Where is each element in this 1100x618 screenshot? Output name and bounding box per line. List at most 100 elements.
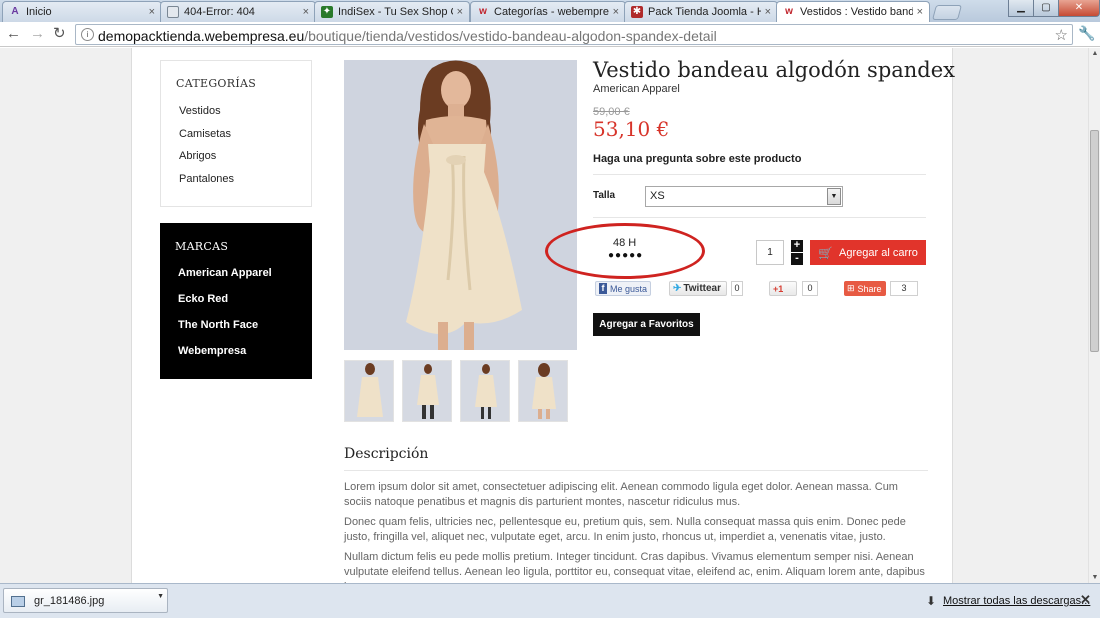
share-count: 3 [890, 281, 918, 296]
facebook-icon: f [599, 283, 607, 294]
add-to-cart-label: Agregar al carro [839, 246, 918, 259]
facebook-like-button[interactable]: f Me gusta [595, 281, 651, 296]
tab-label: Pack Tienda Joomla - Host [648, 6, 761, 18]
tab-label: Vestidos : Vestido bandeau [800, 6, 913, 18]
divider [593, 174, 926, 175]
product-thumbnail[interactable] [402, 360, 452, 422]
description-paragraph: Nullam dictum felis eu pede mollis preti… [344, 551, 925, 583]
tab-inicio[interactable]: A Inicio × [2, 1, 162, 22]
product-main-image[interactable] [344, 60, 577, 350]
product-thumbnail[interactable] [344, 360, 394, 422]
size-select[interactable]: XS ▼ [645, 186, 843, 207]
joomla-icon: ✱ [631, 6, 643, 18]
share-plus-icon: ⊞ [847, 283, 855, 293]
quantity-plus-button[interactable]: + [791, 240, 803, 252]
brand-link[interactable]: The North Face [178, 319, 258, 331]
url-text: demopacktienda.webempresa.eu/boutique/ti… [98, 28, 717, 44]
tab-label: 404-Error: 404 [184, 6, 255, 18]
twitter-count: 0 [731, 281, 743, 296]
tab-categorias[interactable]: w Categorías - webempresa j × [470, 1, 626, 22]
add-to-cart-button[interactable]: 🛒 Agregar al carro [810, 240, 926, 265]
download-bar: gr_181486.jpg ▼ ⬇ Mostrar todas las desc… [0, 583, 1100, 618]
tab-close-icon[interactable]: × [613, 6, 619, 18]
globe-icon [167, 6, 179, 18]
page-icon: i [81, 28, 94, 41]
divider [344, 470, 928, 471]
thumbnail-image [345, 361, 393, 421]
scrollbar-thumb[interactable] [1090, 130, 1099, 352]
tab-close-icon[interactable]: × [149, 6, 155, 18]
stock-dots: ●●●●● [608, 250, 644, 261]
maximize-icon[interactable]: ▢ [1033, 0, 1059, 17]
size-label: Talla [593, 190, 616, 201]
window-close-icon[interactable]: ✕ [1058, 0, 1100, 17]
close-icon[interactable]: ✕ [1080, 592, 1091, 608]
current-price: 53,10 € [593, 117, 670, 141]
chevron-down-icon[interactable]: ▼ [827, 188, 841, 205]
tab-close-icon[interactable]: × [917, 6, 923, 18]
size-select-value: XS [650, 190, 665, 202]
forward-arrow-icon[interactable]: → [30, 25, 45, 43]
brands-panel: MARCAS American Apparel Ecko Red The Nor… [160, 223, 312, 379]
show-all-downloads-link[interactable]: Mostrar todas las descargas... [943, 595, 1090, 607]
tab-indisex[interactable]: ✦ IndiSex - Tu Sex Shop Onli × [314, 1, 470, 22]
scroll-down-icon[interactable]: ▼ [1090, 574, 1100, 581]
bookmark-star-icon[interactable]: ☆ [1055, 26, 1068, 44]
quantity-minus-button[interactable]: - [791, 253, 803, 265]
brand-link[interactable]: Ecko Red [178, 293, 228, 305]
description-title: Descripción [344, 446, 429, 462]
product-thumbnail[interactable] [460, 360, 510, 422]
url-host: demopacktienda.webempresa.eu [98, 28, 305, 44]
twitter-label: Twittear [683, 283, 721, 294]
tab-strip: A Inicio × 404-Error: 404 × ✦ IndiSex - … [0, 0, 1100, 22]
address-bar[interactable]: i demopacktienda.webempresa.eu/boutique/… [75, 24, 1073, 45]
thumbnail-image [403, 361, 451, 421]
tab-close-icon[interactable]: × [457, 6, 463, 18]
add-to-favorites-button[interactable]: Agregar a Favoritos [593, 313, 700, 336]
tab-404-error[interactable]: 404-Error: 404 × [160, 1, 316, 22]
divider [593, 217, 926, 218]
image-file-icon [11, 596, 25, 607]
url-path: /boutique/tienda/vestidos/vestido-bandea… [304, 28, 717, 44]
brand-link[interactable]: Webempresa [178, 345, 246, 357]
category-link[interactable]: Camisetas [179, 128, 231, 140]
tab-pack-tienda[interactable]: ✱ Pack Tienda Joomla - Host × [624, 1, 778, 22]
brands-title: MARCAS [175, 240, 229, 253]
ask-question-link[interactable]: Haga una pregunta sobre este producto [593, 153, 801, 165]
download-file-name: gr_181486.jpg [34, 595, 105, 607]
reload-icon[interactable]: ↻ [53, 25, 66, 43]
google-plus-label: +1 [773, 283, 784, 294]
category-link[interactable]: Abrigos [179, 150, 216, 162]
facebook-like-label: Me gusta [609, 283, 647, 294]
twitter-icon: ✈ [673, 283, 682, 294]
quantity-input[interactable]: 1 [756, 240, 784, 265]
tab-vestidos[interactable]: w Vestidos : Vestido bandeau × [776, 1, 930, 22]
tab-label: IndiSex - Tu Sex Shop Onli [338, 6, 453, 18]
tab-label: Inicio [26, 6, 52, 18]
scroll-up-icon[interactable]: ▲ [1090, 50, 1100, 57]
brand-link[interactable]: American Apparel [178, 267, 272, 279]
share-label: Share [857, 283, 882, 294]
model-in-dress-image [344, 60, 577, 350]
google-plus-button[interactable]: +1 [769, 281, 797, 296]
share-button[interactable]: ⊞ Share [844, 281, 886, 296]
tab-close-icon[interactable]: × [765, 6, 771, 18]
category-link[interactable]: Vestidos [179, 105, 221, 117]
back-arrow-icon[interactable]: ← [6, 25, 21, 43]
tab-label: Categorías - webempresa j [494, 6, 609, 18]
tab-close-icon[interactable]: × [303, 6, 309, 18]
minimize-icon[interactable]: ▁ [1008, 0, 1034, 17]
google-plus-count: 0 [802, 281, 818, 296]
download-arrow-icon: ⬇ [926, 594, 937, 608]
wrench-icon[interactable]: 🔧 [1078, 25, 1095, 42]
category-link[interactable]: Pantalones [179, 173, 234, 185]
pin-a-icon: A [11, 6, 19, 17]
product-thumbnail[interactable] [518, 360, 568, 422]
categories-panel: CATEGORÍAS Vestidos Camisetas Abrigos Pa… [160, 60, 312, 207]
product-brand: American Apparel [593, 83, 680, 95]
new-tab-button[interactable] [931, 5, 963, 20]
vertical-scrollbar[interactable]: ▲ ▼ [1088, 48, 1100, 583]
download-item[interactable]: gr_181486.jpg ▼ [3, 588, 168, 613]
twitter-button[interactable]: ✈ Twittear [669, 281, 727, 296]
chevron-down-icon[interactable]: ▼ [157, 593, 164, 600]
